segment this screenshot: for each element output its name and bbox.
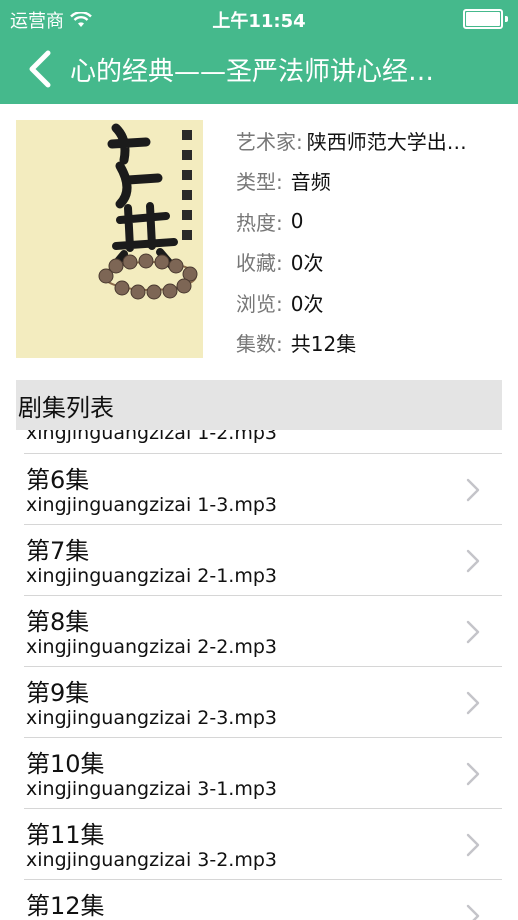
episode-title: 第8集 — [26, 608, 90, 636]
episode-title: 第10集 — [26, 750, 105, 778]
chevron-right-icon — [466, 549, 480, 573]
album-info: 艺术家: 陕西师范大学出… 类型: 音频 热度: 0 收藏: 0次 浏览: 0次… — [0, 104, 518, 380]
episode-list-header: 剧集列表 — [16, 380, 502, 430]
episode-item-10[interactable]: 第10集 xingjinguangzizai 3-1.mp3 — [24, 738, 502, 809]
battery-icon — [463, 9, 508, 29]
favorites-label: 收藏: — [236, 251, 283, 276]
popularity-label: 热度: — [236, 210, 283, 235]
chevron-right-icon — [466, 620, 480, 644]
episode-title: 第12集 — [26, 892, 105, 920]
episode-item-12[interactable]: 第12集 — [24, 880, 502, 920]
album-cover-image — [16, 120, 203, 358]
episode-title: 第9集 — [26, 679, 90, 707]
episode-file: xingjinguangzizai 2-1.mp3 — [26, 565, 277, 587]
episode-title: 第11集 — [26, 821, 105, 849]
episode-file: xingjinguangzizai 1-3.mp3 — [26, 494, 277, 516]
views-row: 浏览: 0次 — [236, 282, 506, 323]
episode-item-8[interactable]: 第8集 xingjinguangzizai 2-2.mp3 — [24, 596, 502, 667]
chevron-right-icon — [466, 762, 480, 786]
episode-item-9[interactable]: 第9集 xingjinguangzizai 2-3.mp3 — [24, 667, 502, 738]
episodes-count-label: 集数: — [236, 332, 283, 357]
views-value: 0次 — [290, 291, 324, 316]
favorites-row: 收藏: 0次 — [236, 242, 506, 283]
chevron-right-icon — [466, 691, 480, 715]
popularity-value: 0 — [290, 209, 304, 234]
episode-title: 第7集 — [26, 537, 90, 565]
navigation-bar: 心的经典——圣严法师讲心经… — [0, 34, 518, 104]
favorites-value: 0次 — [290, 251, 324, 276]
page-title: 心的经典——圣严法师讲心经… — [70, 57, 435, 87]
popularity-row: 热度: 0 — [236, 201, 506, 242]
episode-file: xingjinguangzizai 3-1.mp3 — [26, 778, 277, 800]
type-row: 类型: 音频 — [236, 161, 506, 202]
views-label: 浏览: — [236, 291, 283, 316]
episode-item-11[interactable]: 第11集 xingjinguangzizai 3-2.mp3 — [24, 809, 502, 880]
artist-row: 艺术家: 陕西师范大学出… — [236, 120, 506, 161]
chevron-right-icon — [466, 478, 480, 502]
episode-file: xingjinguangzizai 3-2.mp3 — [26, 849, 277, 871]
artist-value: 陕西师范大学出… — [306, 129, 467, 154]
episodes-count-value: 共12集 — [290, 332, 357, 357]
header: 运营商 上午11:54 心的经典——圣严法师讲心经… — [0, 0, 518, 104]
episode-item-6[interactable]: 第6集 xingjinguangzizai 1-3.mp3 — [24, 454, 502, 525]
album-metadata: 艺术家: 陕西师范大学出… 类型: 音频 热度: 0 收藏: 0次 浏览: 0次… — [236, 120, 506, 363]
episodes-count-row: 集数: 共12集 — [236, 323, 506, 364]
status-time: 上午11:54 — [212, 11, 306, 32]
type-label: 类型: — [236, 170, 283, 195]
status-bar: 运营商 上午11:54 — [0, 0, 518, 34]
episode-file: xingjinguangzizai 2-3.mp3 — [26, 707, 277, 729]
type-value: 音频 — [290, 170, 331, 195]
episode-file: xingjinguangzizai 2-2.mp3 — [26, 636, 277, 658]
episode-title: 第6集 — [26, 466, 90, 494]
artist-label: 艺术家: — [236, 129, 303, 154]
chevron-right-icon — [466, 833, 480, 857]
back-chevron-icon[interactable] — [22, 49, 58, 89]
episode-item-7[interactable]: 第7集 xingjinguangzizai 2-1.mp3 — [24, 525, 502, 596]
episode-list[interactable]: xingjinguangzizai 1-2.mp3 第6集 xingjingua… — [0, 400, 518, 920]
chevron-right-icon — [466, 904, 480, 920]
